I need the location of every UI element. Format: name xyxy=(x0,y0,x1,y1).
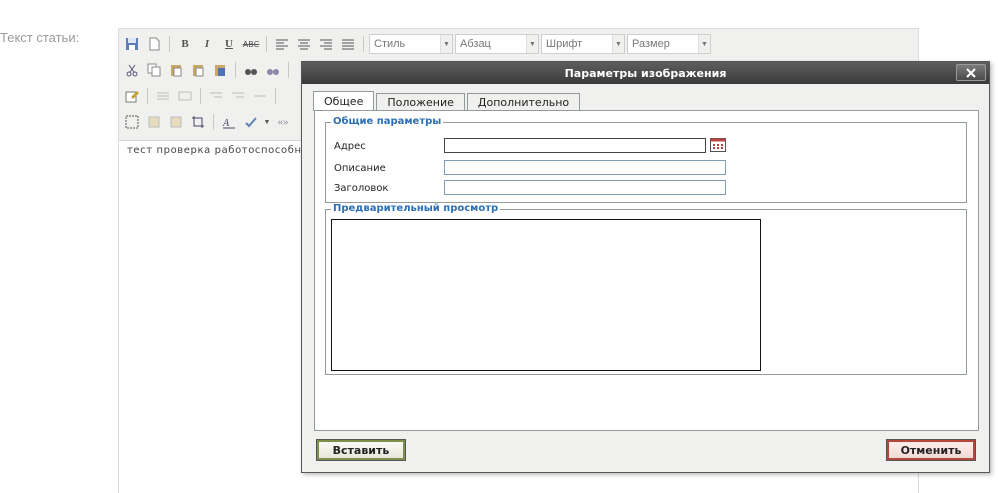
address-input[interactable] xyxy=(444,138,706,153)
strikethrough-button[interactable]: ABC xyxy=(241,34,261,54)
article-text-label: Текст статьи: xyxy=(0,30,80,45)
toolbar-row-1: B I U ABC Стиль ▼ Абзац ▼ Шрифт ▼ Размер ▼ xyxy=(122,33,711,55)
dialog-title: Параметры изображения xyxy=(564,66,727,80)
preview-legend: Предварительный просмотр xyxy=(331,203,501,214)
font-select[interactable]: Шрифт ▼ xyxy=(541,34,625,54)
unordered-list-icon[interactable] xyxy=(153,86,173,106)
indent-icon[interactable] xyxy=(228,86,248,106)
paste-word-icon[interactable] xyxy=(210,60,230,80)
toolbar-row-2 xyxy=(122,59,292,81)
replace-icon[interactable] xyxy=(263,60,283,80)
tab-general[interactable]: Общее xyxy=(313,91,375,111)
close-icon xyxy=(966,67,976,78)
italic-button[interactable]: I xyxy=(197,34,217,54)
toolbar-divider xyxy=(275,88,276,104)
toolbar-divider xyxy=(288,62,289,78)
find-icon[interactable] xyxy=(241,60,261,80)
format-select-value: Абзац xyxy=(460,38,491,50)
chevron-down-icon: ▼ xyxy=(612,35,624,53)
cut-icon[interactable] xyxy=(122,60,142,80)
toolbar-row-4: A ▼ «» xyxy=(122,111,293,133)
layer-icon[interactable] xyxy=(166,112,186,132)
bold-button[interactable]: B xyxy=(175,34,195,54)
align-right-icon[interactable] xyxy=(316,34,336,54)
outdent-icon[interactable] xyxy=(206,86,226,106)
chevron-down-icon: ▼ xyxy=(526,35,538,53)
editor-content[interactable]: тест проверка работоспособно xyxy=(127,145,308,156)
chevron-down-icon[interactable]: ▼ xyxy=(263,112,271,132)
chevron-down-icon: ▼ xyxy=(440,35,452,53)
toolbar-row-3 xyxy=(122,85,279,107)
align-justify-icon[interactable] xyxy=(338,34,358,54)
select-all-icon[interactable] xyxy=(122,112,142,132)
spellcheck-icon[interactable] xyxy=(241,112,261,132)
copy-icon[interactable] xyxy=(144,60,164,80)
format-select[interactable]: Абзац ▼ xyxy=(455,34,539,54)
toolbar-divider xyxy=(266,36,267,52)
style-select[interactable]: Стиль ▼ xyxy=(369,34,453,54)
align-center-icon[interactable] xyxy=(294,34,314,54)
table-icon[interactable] xyxy=(144,112,164,132)
size-select-value: Размер xyxy=(632,38,670,50)
paste-icon[interactable] xyxy=(166,60,186,80)
special-char-icon[interactable]: «» xyxy=(273,112,293,132)
dialog-tabs: Общее Положение Дополнительно xyxy=(313,91,582,111)
tab-advanced[interactable]: Дополнительно xyxy=(466,93,581,111)
address-label: Адрес xyxy=(334,141,366,152)
font-select-value: Шрифт xyxy=(546,38,583,50)
align-left-icon[interactable] xyxy=(272,34,292,54)
underline-button[interactable]: U xyxy=(219,34,239,54)
close-button[interactable] xyxy=(956,64,986,81)
link-icon[interactable] xyxy=(250,86,270,106)
tab-position[interactable]: Положение xyxy=(376,93,465,111)
toolbar-divider xyxy=(235,62,236,78)
image-properties-dialog: Параметры изображения Общее Положение До… xyxy=(301,61,990,473)
general-params-legend: Общие параметры xyxy=(331,116,444,127)
description-input[interactable] xyxy=(444,160,726,175)
style-select-value: Стиль xyxy=(374,38,406,50)
cancel-button[interactable]: Отменить xyxy=(886,439,976,461)
toolbar-divider xyxy=(169,36,170,52)
insert-button[interactable]: Вставить xyxy=(316,439,406,461)
toolbar-divider xyxy=(213,114,214,130)
crop-icon[interactable] xyxy=(188,112,208,132)
image-preview xyxy=(331,219,761,371)
text-color-icon[interactable]: A xyxy=(219,112,239,132)
description-label: Описание xyxy=(334,163,386,174)
ordered-list-icon[interactable] xyxy=(175,86,195,106)
page: Текст статьи: B I U ABC Стиль ▼ Абзац ▼ Шр xyxy=(0,0,998,493)
size-select[interactable]: Размер ▼ xyxy=(627,34,711,54)
toolbar-divider xyxy=(200,88,201,104)
toolbar-divider xyxy=(147,88,148,104)
new-document-icon[interactable] xyxy=(144,34,164,54)
title-label: Заголовок xyxy=(334,183,389,194)
svg-text:A: A xyxy=(222,118,230,129)
dialog-title-bar[interactable]: Параметры изображения xyxy=(302,62,989,84)
save-icon[interactable] xyxy=(122,34,142,54)
paste-text-icon[interactable] xyxy=(188,60,208,80)
browse-icon[interactable] xyxy=(710,138,726,152)
title-input[interactable] xyxy=(444,180,726,195)
chevron-down-icon: ▼ xyxy=(698,35,710,53)
toolbar-divider xyxy=(363,36,364,52)
edit-css-icon[interactable] xyxy=(122,86,142,106)
general-tab-panel: Общие параметры Адрес Описание Заголовок… xyxy=(314,110,979,431)
